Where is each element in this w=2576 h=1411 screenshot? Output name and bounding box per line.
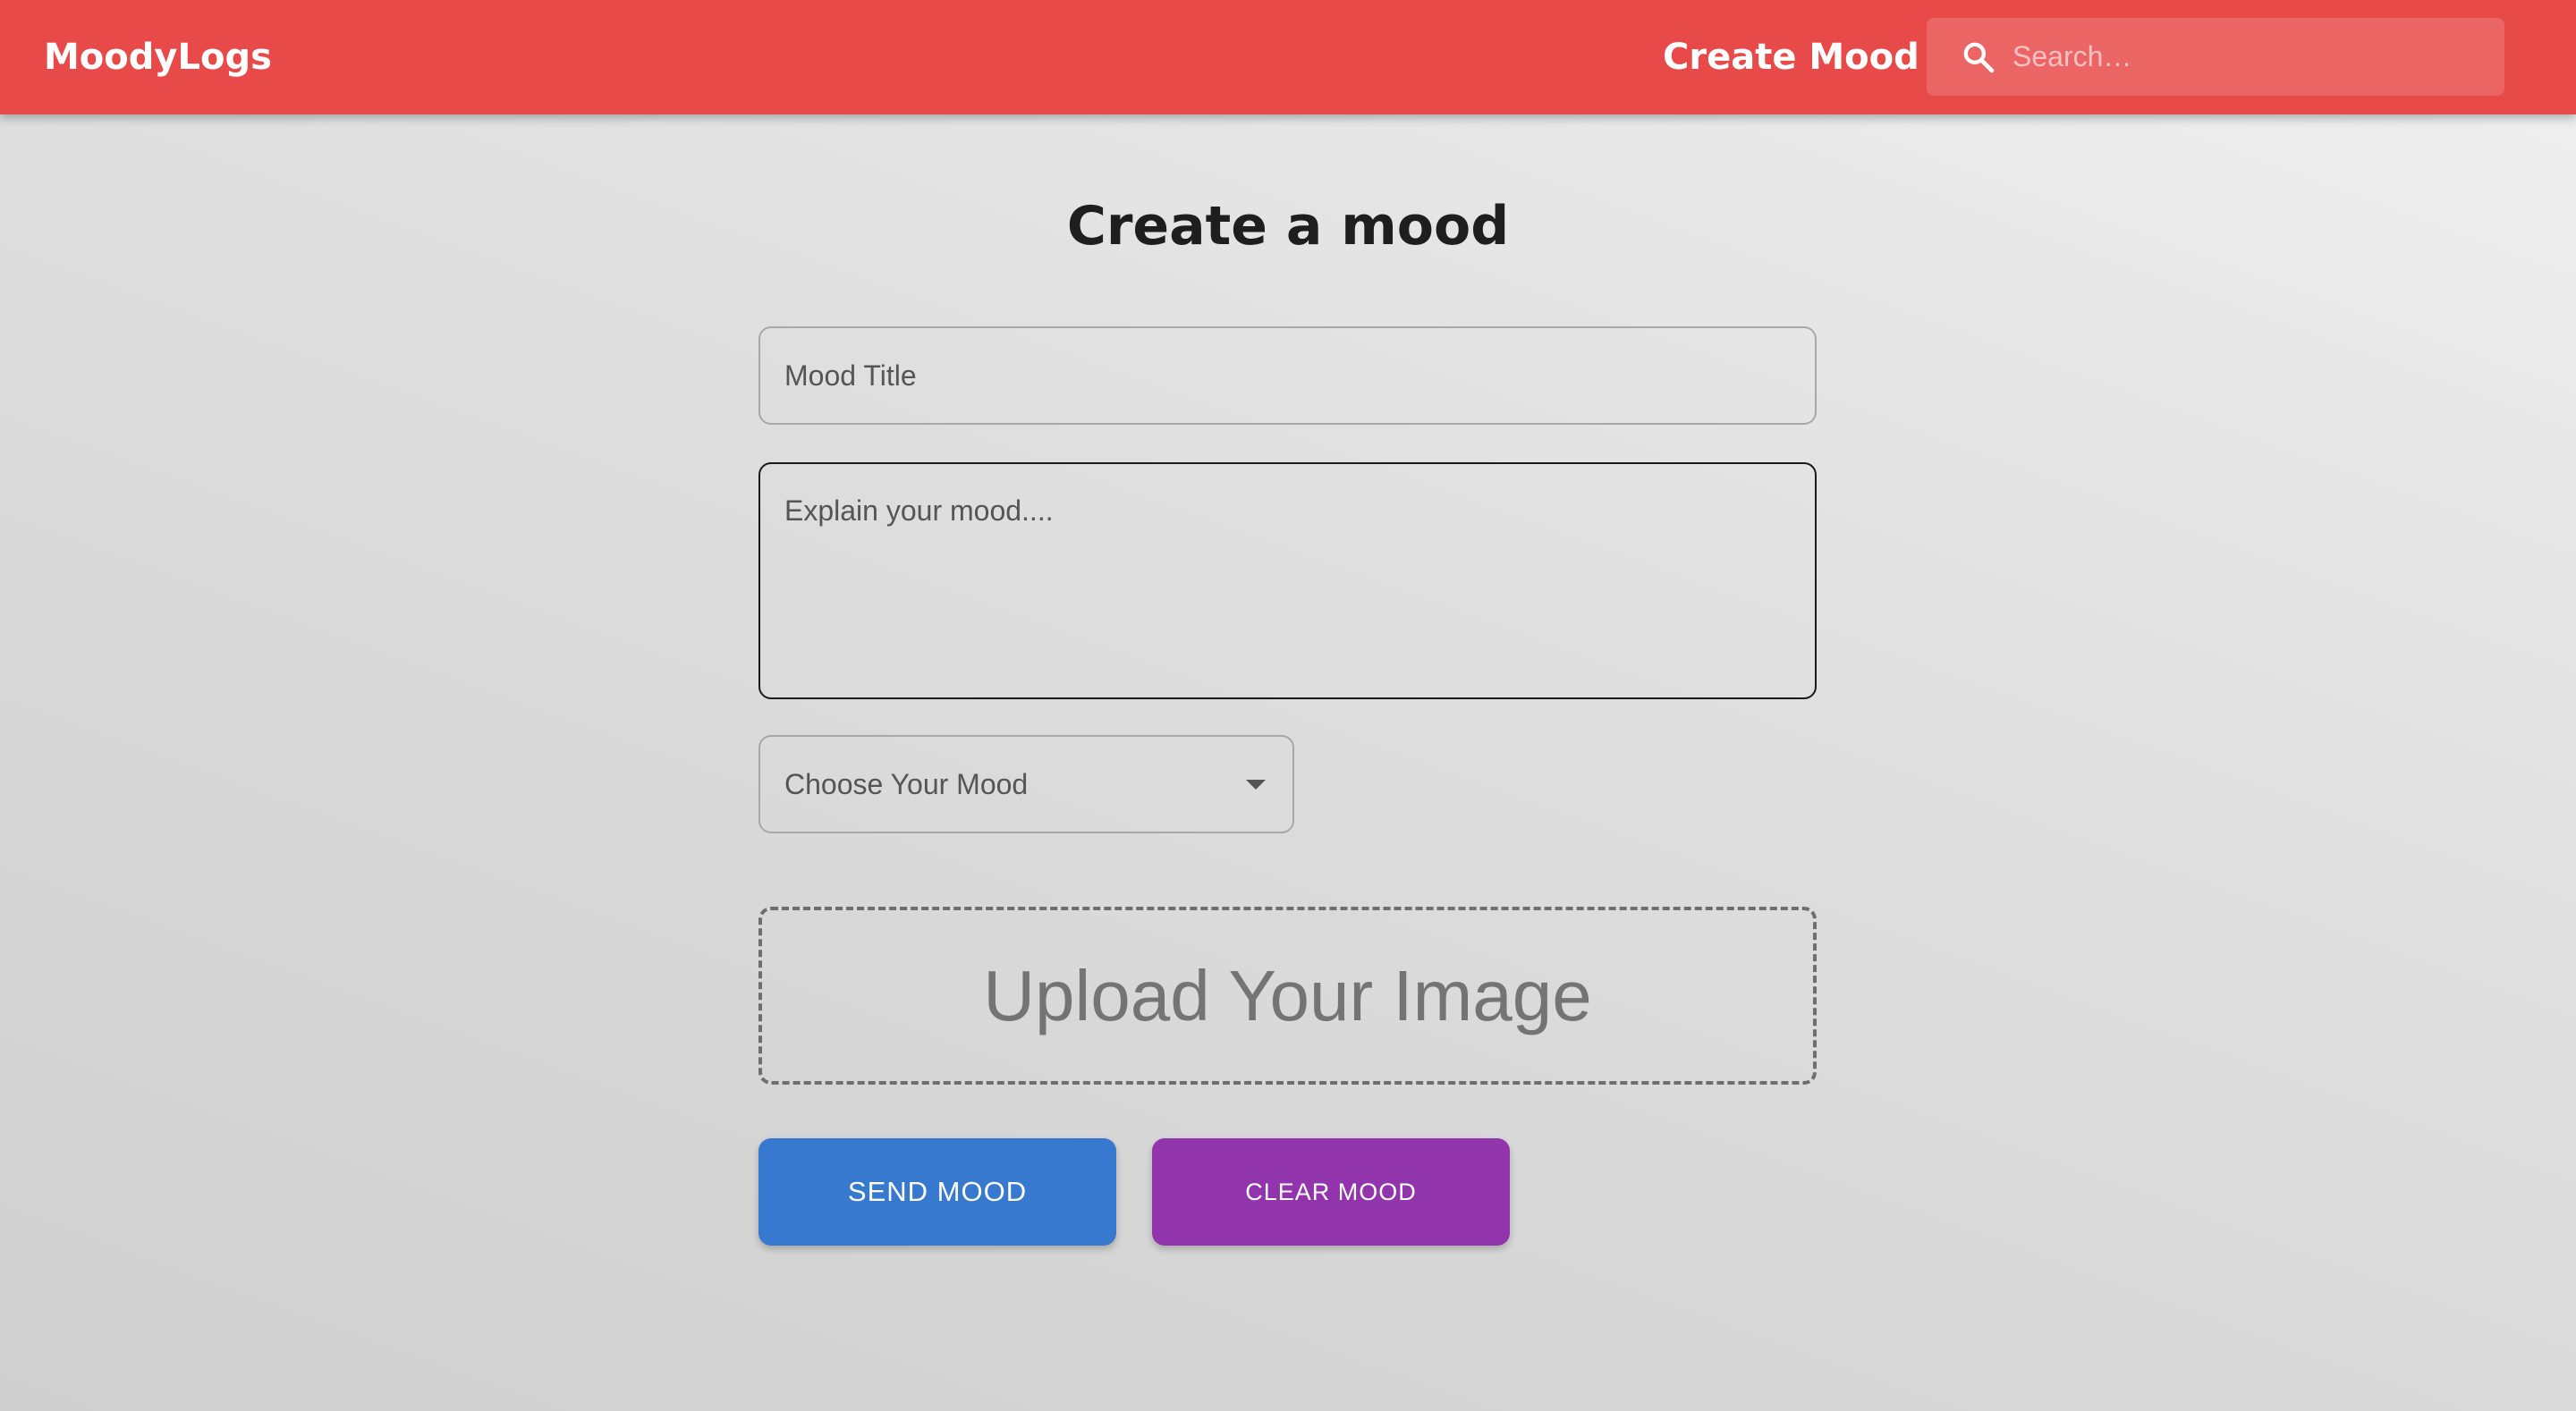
brand-logo[interactable]: MoodyLogs xyxy=(44,0,272,114)
send-mood-button[interactable]: SEND MOOD xyxy=(758,1138,1116,1246)
page-title: Create a mood xyxy=(1066,195,1510,258)
mood-select-label: Choose Your Mood xyxy=(784,768,1029,800)
image-upload-dropzone[interactable]: Upload Your Image xyxy=(758,907,1817,1085)
nav-create-mood[interactable]: Create Mood xyxy=(1663,0,1919,114)
search-input[interactable] xyxy=(2012,18,2478,96)
mood-title-field[interactable] xyxy=(758,326,1817,425)
mood-select[interactable]: Choose Your Mood xyxy=(758,735,1294,833)
search-icon xyxy=(1963,42,1995,73)
clear-mood-button[interactable]: CLEAR MOOD xyxy=(1152,1138,1510,1246)
upload-label: Upload Your Image xyxy=(983,956,1592,1035)
caret-down-icon xyxy=(1246,780,1266,790)
app-bar: MoodyLogs Create Mood xyxy=(0,0,2576,114)
search-box[interactable] xyxy=(1927,18,2504,96)
mood-description-field[interactable] xyxy=(758,462,1817,699)
